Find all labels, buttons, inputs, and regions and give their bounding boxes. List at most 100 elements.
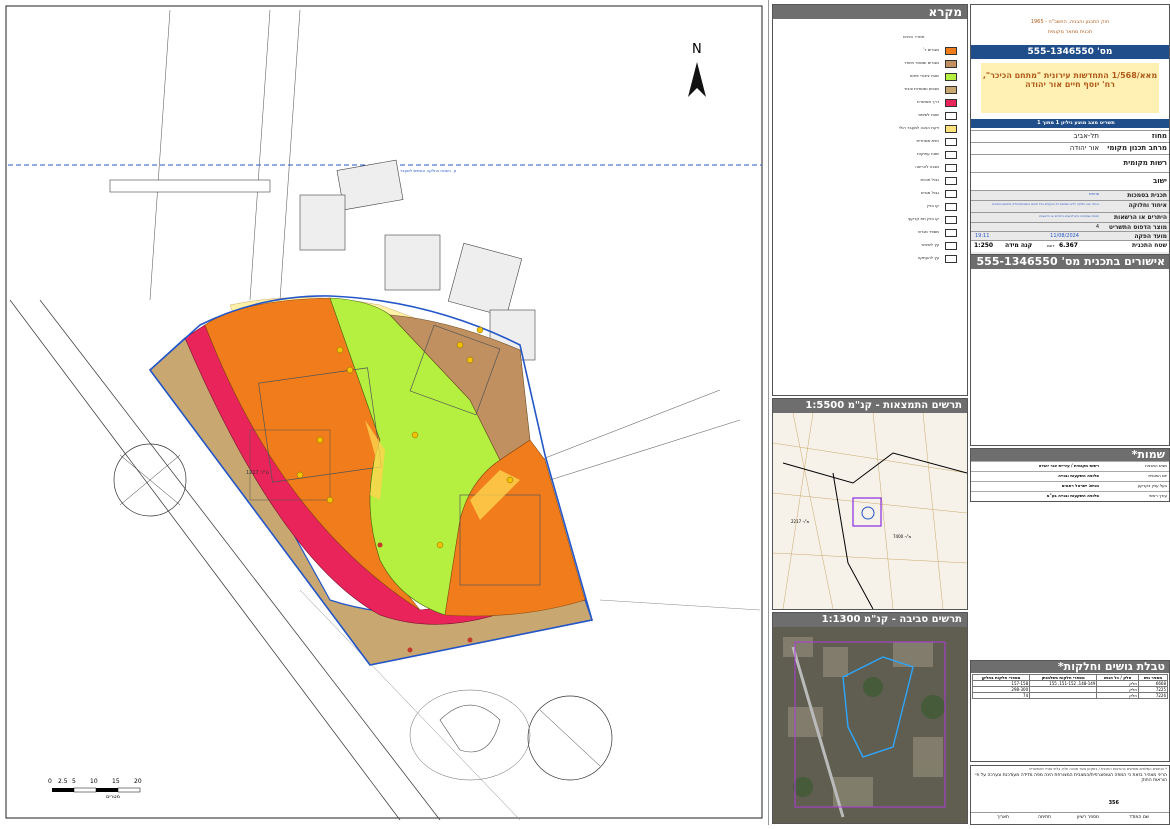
plan-name: מאא/1/568 התחדשות עירונית "מתחם הכיכר", …: [981, 63, 1159, 113]
settlement-label: ישוב: [1152, 177, 1167, 185]
district-row: מחוז תל-אביב: [971, 130, 1169, 142]
legend-item: גבול מגרש: [773, 190, 967, 199]
legend-label: גבול תכנית: [920, 177, 939, 182]
planning-area-row: מרחב תכנון מקומי אור יהודה: [971, 142, 1169, 154]
law-title: חוק התכנון והבניה, התשכ"ה - 1965: [1030, 19, 1110, 25]
legend-label: זיקת הנאה למעבר רגלי: [898, 125, 939, 130]
parcels-cell: 7226: [1137, 692, 1169, 699]
local-authority-row: רשות מקומית: [971, 154, 1169, 172]
names-row: בעל עניין בקרקע מגיש: ישראל רחמים: [971, 481, 1169, 491]
legend-swatch: [945, 112, 957, 120]
legend-label: גבול מגרש: [920, 190, 939, 195]
names-value: סלופה השקעות ובנייה: [1058, 473, 1099, 478]
license-value: 356: [1108, 800, 1119, 806]
legend-label: קו בניין: [927, 203, 939, 208]
names-row: יזם התכנית סלופה השקעות ובנייה: [971, 471, 1169, 481]
planning-area-value: אור יהודה: [1069, 144, 1099, 152]
signature-fields: שם המודד מספר רשיון חתימה תאריך: [971, 812, 1169, 823]
names-value: מגיש: ישראל רחמים: [1061, 483, 1099, 488]
legend-title: מקרא: [773, 5, 967, 19]
legend-swatch: [945, 203, 957, 211]
scale-unit: מטרים: [106, 794, 120, 800]
signature-panel: * הנתונים המלאים מופיעים בהוראות התכנית …: [970, 765, 1170, 825]
sheet-label: גיליון 1 מתוך 1: [1037, 120, 1073, 126]
legend-swatch: [945, 190, 957, 198]
authority-field: תכנית בסמכות מחוזית: [971, 190, 1169, 200]
parcels-panel: טבלת גושים וחלקות* מספר גוש חלק / כל הגוש…: [970, 660, 1170, 762]
names-panel: שמות* מגיש התכנית רשות מקומית / עיריית או…: [970, 448, 1170, 502]
parcels-cell: חלק: [1096, 692, 1139, 699]
legend-swatch: [945, 164, 957, 172]
legend-item: שטח לשימור: [773, 112, 967, 121]
legend-label: מספר מגרש: [918, 229, 939, 234]
legend-label: דרך מאושרת: [916, 99, 939, 104]
legend-label: שטח עתיקות: [917, 151, 939, 156]
scale-tick-0: 0: [48, 778, 52, 785]
names-row: מגיש התכנית רשות מקומית / עיריית אור יהוד…: [971, 461, 1169, 471]
parcels-cell: [1029, 692, 1098, 699]
scale-tick-5: 20: [134, 778, 142, 785]
legend-label: מבנים ומוסדות ציבור: [903, 86, 939, 91]
authority-field-label: תכנית בסמכות: [1127, 192, 1167, 199]
legend-list: מגורים ד' מגורים ומסחר מיוחד שטח ציבורי פת…: [773, 47, 967, 287]
unification-field: איחוד וחלוקה איחוד ו/או חלוקה ללא הסכמת …: [971, 200, 1169, 212]
main-map[interactable]: N 1217 מ"ר ק. השטח בחלקה הגושים לשעבר 0 …: [0, 0, 769, 825]
legend-item: מבנה להריסה: [773, 164, 967, 173]
legend-swatch: [945, 138, 957, 146]
district-label: מחוז: [1151, 132, 1167, 140]
legend-item: קו בניין: [773, 203, 967, 212]
legend-item: מבנים ומוסדות ציבור: [773, 86, 967, 95]
legend-item: חזית מסחרית: [773, 138, 967, 147]
area-scale-field: שטח התכנית 6.367 דונם קנה מידה 1:250: [971, 240, 1169, 252]
legend-swatch: [945, 216, 957, 224]
sheet-bar: תשריט מצב מוצע גיליון 1 מתוך 1: [971, 119, 1169, 128]
legend-swatch: [945, 73, 957, 81]
license-label: מספר רשיון: [1077, 815, 1099, 820]
names-value: סלופה השקעות ובנייה בע"מ: [1046, 493, 1099, 498]
plan-fields: תכנית בסמכות מחוזית איחוד וחלוקה איחוד ו…: [971, 190, 1169, 254]
location-inset-drawing: [773, 412, 967, 609]
names-role: מגיש התכנית: [1145, 463, 1167, 468]
surveyor-statement: הריני מצהיר בזאת כי המפה הטופוגרפית/המצב…: [975, 773, 1167, 783]
legend-swatch: [945, 60, 957, 68]
table-row: 7226 חלק 74: [971, 692, 1169, 699]
legend-swatch: [945, 151, 957, 159]
names-title: שמות*: [971, 449, 1169, 461]
legend-swatch: [945, 125, 957, 133]
names-role: בעל עניין בקרקע: [1137, 483, 1167, 488]
legend-label: קו בניין תת קרקעי: [907, 216, 939, 221]
print-version-field: מוצר הדפוס התשריט 4: [971, 222, 1169, 231]
production-time-value: 19:11: [975, 233, 990, 239]
legend-swatch: [945, 86, 957, 94]
legend-swatch: [945, 47, 957, 55]
approvals-title: אישורים בתכנית מס' 555-1346550: [971, 255, 1169, 269]
surroundings-inset-drawing: [773, 627, 967, 823]
print-version-label: מוצר הדפוס התשריט: [1108, 224, 1167, 231]
legend-item: קו בניין תת קרקעי: [773, 216, 967, 225]
legend-swatch: [945, 242, 957, 250]
plan-area-unit: דונם: [1047, 243, 1055, 248]
approvals-panel: אישורים בתכנית מס' 555-1346550: [970, 254, 1170, 446]
district-value: תל-אביב: [1073, 132, 1099, 140]
names-role: יזם התכנית: [1148, 473, 1167, 478]
legend-item: שטח ציבורי פתוח: [773, 73, 967, 82]
legend-label: עץ להעתקה: [917, 255, 939, 260]
parcel-area-label: 1217 מ"ר: [246, 470, 269, 476]
surroundings-inset-map[interactable]: תרשים סביבה - קנ"מ 1:1300: [772, 612, 968, 824]
location-area-a: 2217 מ"ר: [791, 519, 810, 524]
surroundings-inset-title: תרשים סביבה - קנ"מ 1:1300: [773, 613, 967, 627]
print-version-value: 4: [1095, 224, 1099, 230]
authority-field-value: מחוזית: [1089, 192, 1099, 196]
boundary-label: ק. השטח בחלקה הגושים לשעבר: [400, 168, 457, 173]
legend-item: מגורים ד': [773, 47, 967, 56]
legend-item: עץ לשימור: [773, 242, 967, 251]
names-value: רשות מקומית / עיריית אור יהודה: [1038, 463, 1099, 468]
permits-field-value: תכנית שמכוחה ניתן להוציא היתרים או הרשאו…: [1039, 214, 1099, 218]
location-inset-map[interactable]: תרשים התמצאות - קנ"מ 1:5500 2217 מ"ר 740…: [772, 398, 968, 610]
plan-area-label: שטח התכנית: [1131, 242, 1167, 249]
legend-swatch: [945, 229, 957, 237]
location-inset-title: תרשים התמצאות - קנ"מ 1:5500: [773, 399, 967, 413]
legend-swatch: [945, 177, 957, 185]
production-date-label: מועד הפקה: [1134, 233, 1167, 240]
ministry-logo: משרד הפנים: [903, 23, 963, 39]
